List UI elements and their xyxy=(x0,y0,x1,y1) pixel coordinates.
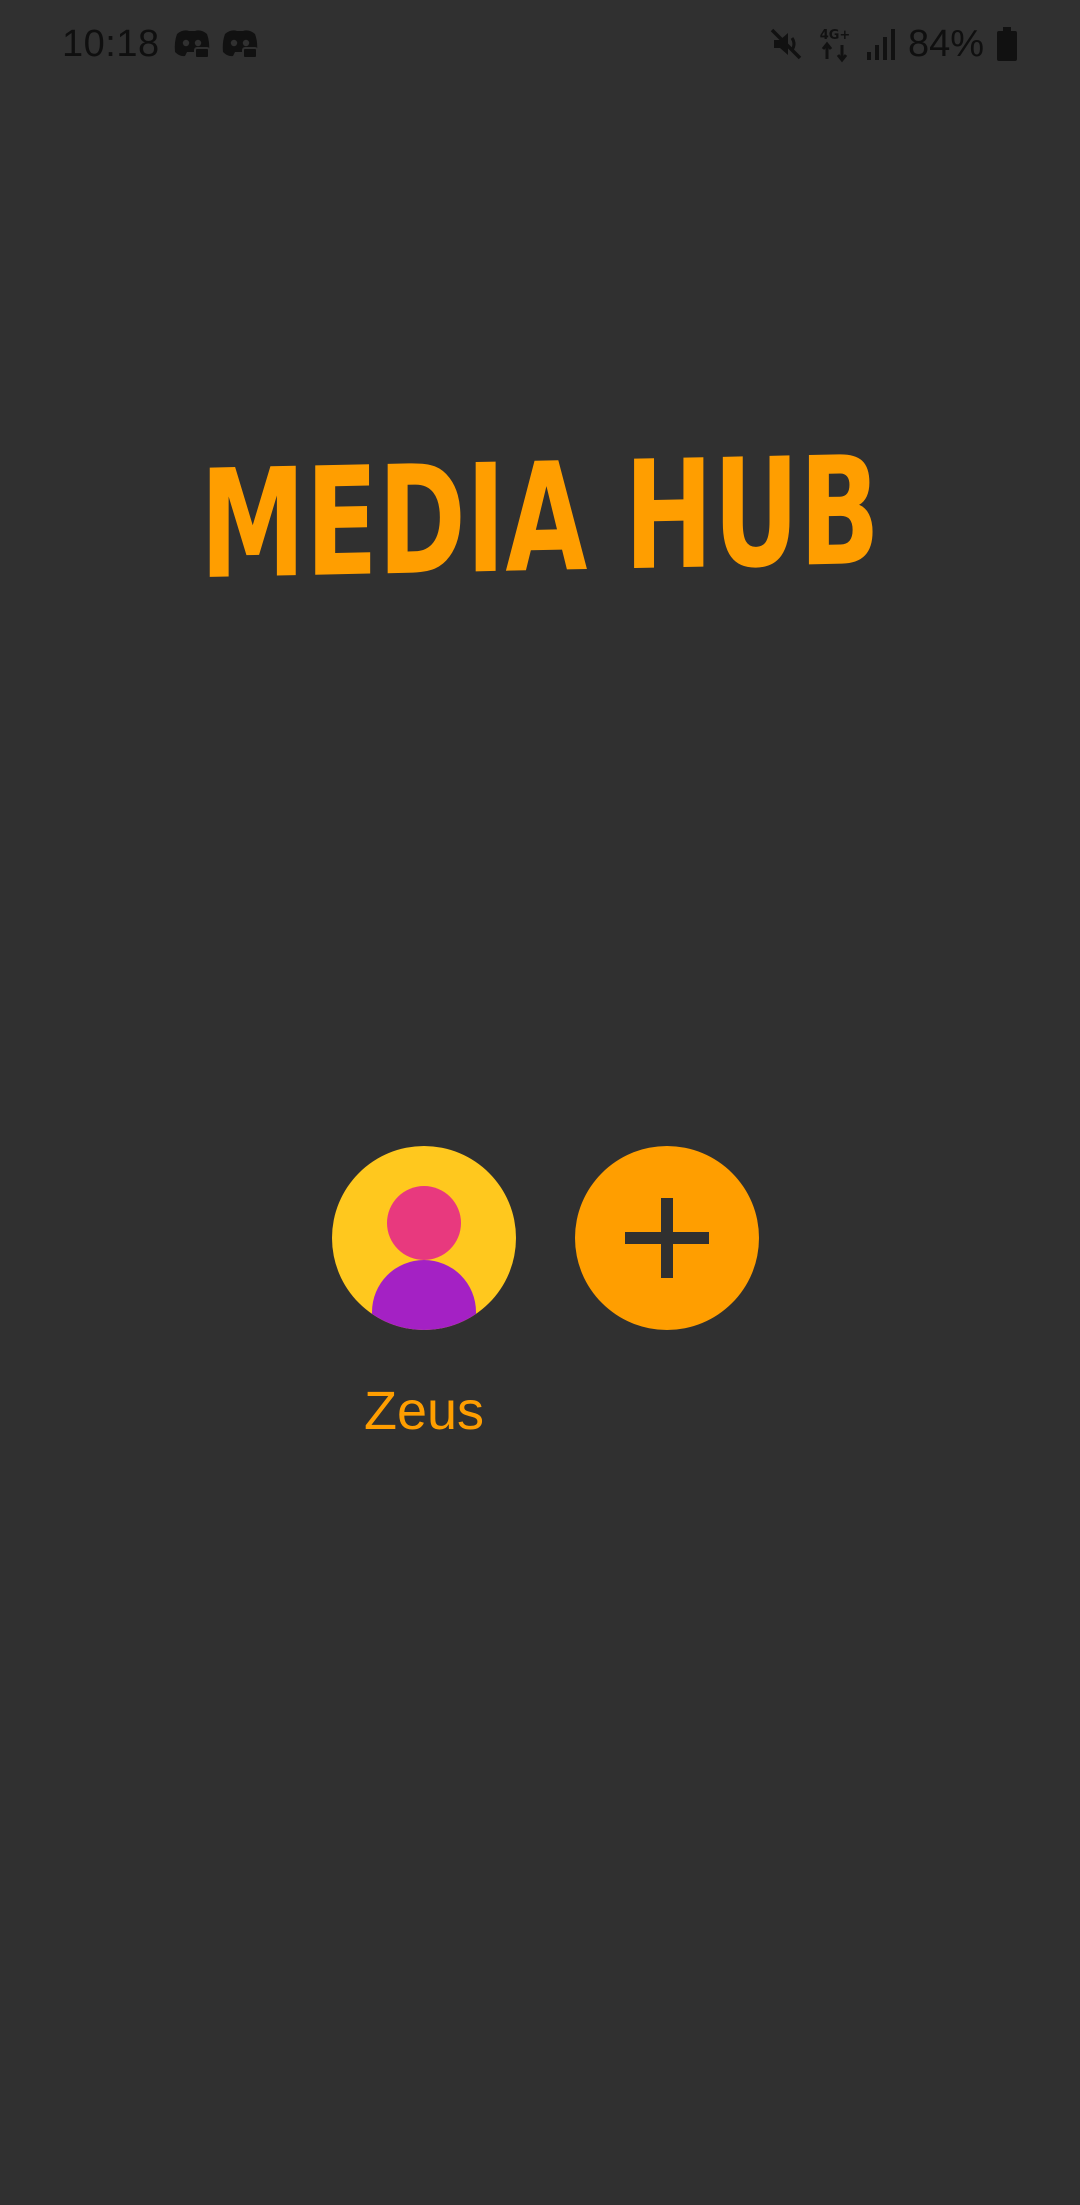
notification-icons xyxy=(173,28,259,60)
status-time: 10:18 xyxy=(62,23,160,65)
battery-percent: 84% xyxy=(907,23,984,65)
avatar-body xyxy=(372,1260,476,1330)
status-bar: 10:18 4G+ 84% xyxy=(0,0,1080,90)
profile-name[interactable]: Zeus xyxy=(332,1378,516,1444)
add-profile-button[interactable] xyxy=(575,1146,759,1330)
discord-icon xyxy=(221,28,259,60)
discord-icon xyxy=(173,28,211,60)
battery-icon xyxy=(996,27,1018,61)
avatar-head xyxy=(387,1186,461,1260)
network-label: 4G+ xyxy=(820,28,851,43)
profile-avatar-zeus[interactable] xyxy=(332,1146,516,1330)
system-status-icons: 4G+ 84% xyxy=(768,20,1018,68)
app-title-text: MEDIA HUB xyxy=(200,425,880,600)
signal-icon xyxy=(866,28,896,60)
profile-selection-screen: 10:18 4G+ 84% MEDIA HUB Zeus xyxy=(0,0,1080,2205)
mute-icon xyxy=(768,26,804,62)
app-title: MEDIA HUB xyxy=(0,420,1080,600)
plus-icon xyxy=(625,1198,709,1278)
4g-plus-data-icon: 4G+ xyxy=(816,25,854,63)
